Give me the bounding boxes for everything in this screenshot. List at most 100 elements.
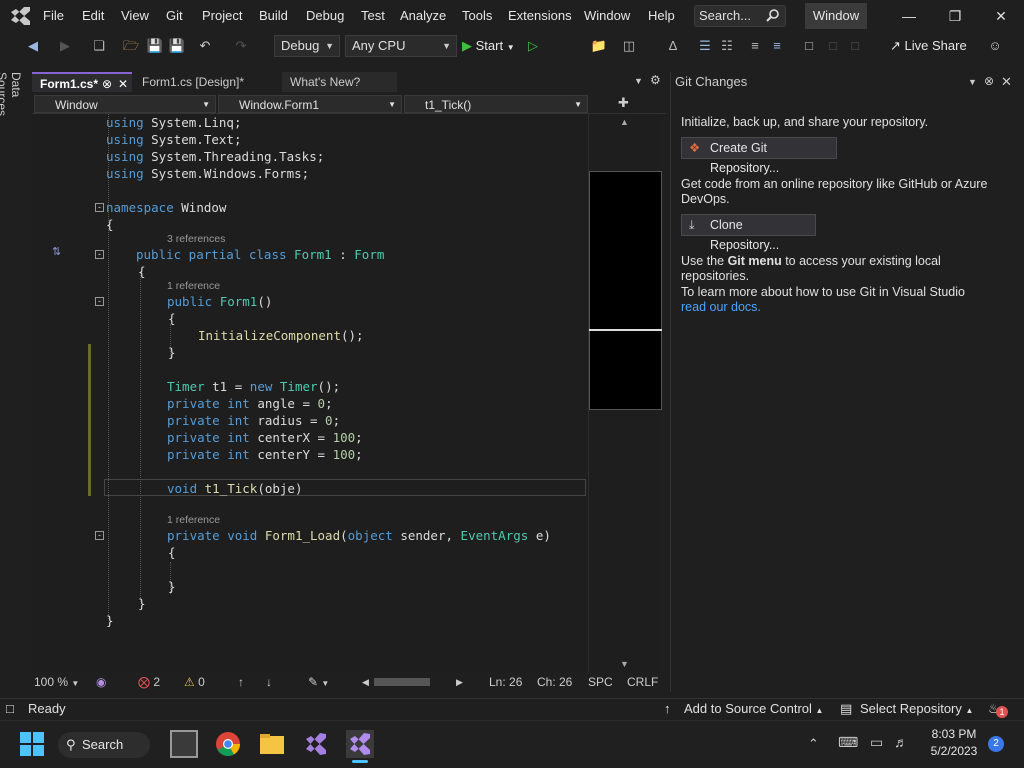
menu-extensions[interactable]: Extensions — [508, 0, 572, 32]
code-line[interactable]: void t1_Tick(obje) — [167, 480, 302, 497]
keyboard-icon[interactable]: ⌨ — [838, 734, 858, 751]
platform-select[interactable]: Any CPU ▼ — [345, 35, 457, 57]
undo-icon[interactable]: ↶ — [196, 37, 214, 55]
code-lens-references[interactable]: 3 references — [167, 233, 225, 245]
code-line[interactable]: } — [106, 612, 114, 629]
search-icon[interactable] — [766, 8, 780, 22]
new-project-icon[interactable]: ❏ — [90, 37, 108, 55]
scroll-right-icon[interactable]: ▶ — [456, 672, 463, 692]
menu-tools[interactable]: Tools — [462, 0, 492, 32]
format-icon[interactable]: ☰ — [696, 37, 714, 55]
columns-icon[interactable]: ☷ — [718, 37, 736, 55]
open-folder-icon[interactable]: 🗁 — [122, 37, 140, 55]
collapse-icon[interactable]: - — [95, 203, 104, 212]
file-explorer-icon[interactable] — [258, 730, 286, 758]
code-line[interactable]: private int radius = 0; — [167, 412, 340, 429]
close-icon[interactable]: ✕ — [118, 74, 128, 94]
data-sources-tab[interactable]: Data Sources — [0, 72, 23, 142]
read-docs-link[interactable]: read our docs. — [681, 300, 761, 315]
start-button[interactable]: ▶ Start ▼ — [462, 35, 524, 57]
minimap-viewport[interactable] — [589, 171, 662, 410]
close-icon[interactable]: ✕ — [1001, 74, 1012, 90]
bookmark-icon[interactable]: □ — [800, 37, 818, 55]
settings-gear-icon[interactable]: ⚙ — [650, 73, 661, 87]
menu-project[interactable]: Project — [202, 0, 242, 32]
member-dropdown[interactable]: t1_Tick() ▼ — [404, 95, 588, 113]
spellcheck-icon[interactable]: ∆ — [664, 37, 682, 55]
code-lens-references[interactable]: 1 reference — [167, 514, 220, 526]
health-icon[interactable]: ◉ — [96, 672, 106, 692]
code-line[interactable]: private int centerX = 100; — [167, 429, 363, 446]
menu-git[interactable]: Git — [166, 0, 183, 32]
code-line[interactable]: { — [106, 216, 114, 233]
menu-analyze[interactable]: Analyze — [400, 0, 446, 32]
code-line[interactable]: using System.Linq; — [106, 114, 241, 131]
scroll-down-icon[interactable]: ▼ — [620, 659, 629, 669]
code-editor[interactable]: - - - - ⇅ 3 references 1 reference 1 ref… — [32, 114, 588, 672]
visual-studio-taskbar-icon[interactable] — [302, 730, 330, 758]
tab-overflow-icon[interactable]: ▼ — [634, 76, 643, 86]
tray-overflow-icon[interactable]: ⌃ — [808, 736, 819, 752]
code-line[interactable]: } — [168, 344, 176, 361]
minimize-icon[interactable]: — — [886, 0, 932, 32]
code-line[interactable]: private int centerY = 100; — [167, 446, 363, 463]
create-git-repository-button[interactable]: ❖ Create Git Repository... — [681, 137, 837, 175]
taskbar-search-button[interactable]: ⚲ Search — [58, 732, 150, 758]
code-line[interactable]: { — [138, 263, 146, 280]
menu-help[interactable]: Help — [648, 0, 675, 32]
clock-time[interactable]: 8:03 PM — [924, 727, 984, 741]
notification-center-badge[interactable]: 2 — [988, 736, 1004, 752]
pin-icon[interactable]: ⊗ — [984, 74, 994, 88]
menu-view[interactable]: View — [121, 0, 149, 32]
implementation-margin-icon[interactable]: ⇅ — [52, 245, 61, 258]
back-icon[interactable]: ◀ — [24, 37, 42, 55]
collapse-icon[interactable]: - — [95, 531, 104, 540]
layout-icon[interactable]: ◫ — [620, 37, 638, 55]
prev-issue-icon[interactable]: ↑ — [238, 672, 244, 692]
output-icon[interactable]: □ — [6, 699, 14, 719]
scroll-left-icon[interactable]: ◀ — [362, 672, 369, 692]
code-lens-references[interactable]: 1 reference — [167, 280, 220, 292]
next-issue-icon[interactable]: ↓ — [266, 672, 272, 692]
code-line[interactable]: } — [168, 578, 176, 595]
code-line[interactable]: private void Form1_Load(object sender, E… — [167, 527, 551, 544]
redo-icon[interactable]: ↷ — [232, 37, 250, 55]
errors-indicator[interactable]: ⨂ 2 — [138, 672, 160, 692]
whitespace-mode[interactable]: SPC — [588, 672, 613, 692]
menu-file[interactable]: File — [43, 0, 64, 32]
bookmark-prev-icon[interactable]: □ — [824, 37, 842, 55]
code-line[interactable]: Timer t1 = new Timer(); — [167, 378, 340, 395]
clock-date[interactable]: 5/2/2023 — [924, 744, 984, 758]
save-all-icon[interactable]: 💾 — [168, 37, 186, 55]
solution-explorer-icon[interactable]: 📁 — [590, 37, 608, 55]
chrome-icon[interactable] — [214, 730, 242, 758]
cleanup-icon[interactable]: ✎ ▼ — [308, 672, 329, 694]
comment-icon[interactable]: ≡ — [768, 37, 786, 55]
menu-build[interactable]: Build — [259, 0, 288, 32]
forward-icon[interactable]: ▶ — [56, 37, 74, 55]
tab-form1-design[interactable]: Form1.cs [Design]* — [134, 72, 280, 92]
scroll-up-icon[interactable]: ▲ — [620, 117, 629, 127]
code-line[interactable]: using System.Threading.Tasks; — [106, 148, 324, 165]
horizontal-scroll-thumb[interactable] — [374, 678, 430, 686]
code-line[interactable]: namespace Window — [106, 199, 226, 216]
class-dropdown[interactable]: Window.Form1 ▼ — [218, 95, 402, 113]
code-line[interactable]: using System.Text; — [106, 131, 241, 148]
menu-edit[interactable]: Edit — [82, 0, 104, 32]
code-line[interactable]: } — [138, 595, 146, 612]
menu-window[interactable]: Window — [584, 0, 630, 32]
menu-test[interactable]: Test — [361, 0, 385, 32]
clone-repository-button[interactable]: ⤓ Clone Repository... — [681, 214, 816, 252]
zoom-select[interactable]: 100 % ▼ — [34, 672, 79, 694]
indent-icon[interactable]: ≡ — [746, 37, 764, 55]
close-icon[interactable]: ✕ — [978, 0, 1024, 32]
live-share-button[interactable]: ↗ Live Share — [890, 35, 970, 57]
volume-icon[interactable]: ♬ — [894, 734, 908, 750]
bookmark-next-icon[interactable]: □ — [846, 37, 864, 55]
menu-debug[interactable]: Debug — [306, 0, 344, 32]
line-ending[interactable]: CRLF — [627, 672, 658, 692]
code-line[interactable]: public Form1() — [167, 293, 272, 310]
tab-form1-cs[interactable]: Form1.cs* ⊗ ✕ — [32, 72, 132, 92]
save-icon[interactable]: 💾 — [146, 37, 164, 55]
split-editor-icon[interactable]: ✚ — [618, 95, 629, 111]
